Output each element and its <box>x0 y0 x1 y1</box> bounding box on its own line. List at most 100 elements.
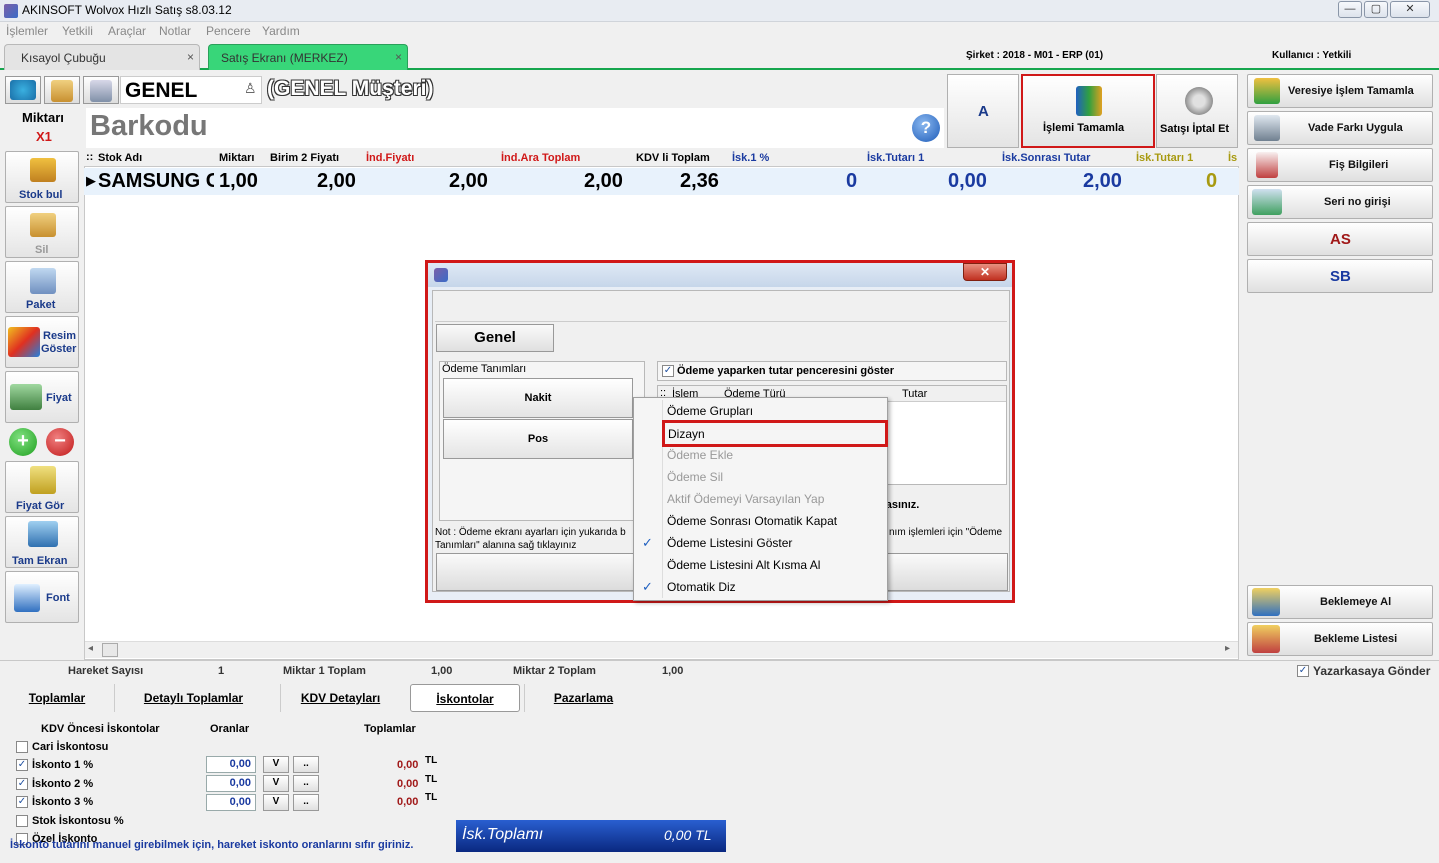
col-miktari[interactable]: Miktarı <box>219 152 254 164</box>
menu-item-list-bottom[interactable]: Ödeme Listesini Alt Kısma Al <box>667 558 820 572</box>
tab-genel[interactable]: Genel <box>436 324 554 352</box>
nakit-button[interactable]: Nakit <box>443 378 633 418</box>
col-birim2[interactable]: Birim 2 Fiyatı <box>270 152 339 164</box>
tab-detayli-toplamlar[interactable]: Detaylı Toplamlar <box>114 684 272 712</box>
hold-list-button[interactable]: Bekleme Listesi <box>1247 622 1433 656</box>
discount1-v-button[interactable]: V <box>263 756 289 773</box>
discount2-v-button[interactable]: V <box>263 775 289 792</box>
remove-icon[interactable]: − <box>46 428 74 456</box>
discount3-total: 0,00 <box>397 796 419 808</box>
package-button[interactable]: Paket <box>5 261 79 313</box>
col-tutar[interactable]: Tutar <box>902 388 927 400</box>
discount3-dots-button[interactable]: .. <box>293 794 319 811</box>
stock-find-button[interactable]: Stok bul <box>5 151 79 203</box>
scroll-right-icon[interactable]: ▸ <box>1225 643 1230 654</box>
col-is[interactable]: İs <box>1228 152 1237 164</box>
fullscreen-button[interactable]: Tam Ekran <box>5 516 79 568</box>
receipt-info-button[interactable]: Fiş Bilgileri <box>1247 148 1433 182</box>
barcode-field[interactable]: Barkodu ? <box>86 108 944 148</box>
horizontal-scrollbar[interactable]: ◂ ▸ <box>85 641 1238 658</box>
sb-button[interactable]: SB <box>1247 259 1433 293</box>
tab-kdv-detaylari[interactable]: KDV Detayları <box>280 684 400 712</box>
cash-register-checkbox[interactable]: ✓ <box>1297 665 1309 677</box>
menu-item-set-default[interactable]: Aktif Ödemeyi Varsayılan Yap <box>667 492 824 506</box>
serial-icon <box>1252 189 1282 215</box>
scroll-left-icon[interactable]: ◂ <box>88 643 93 654</box>
menu-yetkili[interactable]: Yetkili <box>62 24 93 38</box>
a-button[interactable]: A <box>947 74 1019 148</box>
discount2-dots-button[interactable]: .. <box>293 775 319 792</box>
put-on-hold-button[interactable]: Beklemeye Al <box>1247 585 1433 619</box>
discount2-checkbox[interactable]: ✓ <box>16 778 28 790</box>
price-button[interactable]: Fiyat <box>5 371 79 423</box>
user-info: Kullanıcı : Yetkili <box>1272 50 1352 61</box>
menu-item-auto-close[interactable]: Ödeme Sonrası Otomatik Kapat <box>667 514 837 528</box>
delete-button[interactable]: Sil <box>5 206 79 258</box>
menu-item-delete-payment[interactable]: Ödeme Sil <box>667 470 723 484</box>
person-icon[interactable]: ♙ <box>244 80 257 97</box>
col-isk-tutari-2[interactable]: İsk.Tutarı 1 <box>1136 152 1193 164</box>
menu-pencere[interactable]: Pencere <box>206 24 251 38</box>
font-button[interactable]: Font <box>5 571 79 623</box>
tab-toplamlar[interactable]: Toplamlar <box>8 684 106 712</box>
check-icon: ✓ <box>642 535 653 550</box>
as-button[interactable]: AS <box>1247 222 1433 256</box>
price-view-button[interactable]: Fiyat Gör <box>5 461 79 513</box>
menu-yardim[interactable]: Yardım <box>262 24 300 38</box>
col-isk-tutari[interactable]: İsk.Tutarı 1 <box>867 152 924 164</box>
close-button[interactable]: ✕ <box>1390 1 1430 18</box>
help-icon[interactable]: ? <box>912 114 940 142</box>
col-isk1[interactable]: İsk.1 % <box>732 152 769 164</box>
menu-item-show-list[interactable]: Ödeme Listesini Göster <box>667 536 792 550</box>
show-image-button[interactable]: Resim Göster <box>5 316 79 368</box>
dialog-close-button[interactable]: ✕ <box>963 263 1007 281</box>
col-isk-sonrasi[interactable]: İsk.Sonrası Tutar <box>1002 152 1090 164</box>
credit-complete-button[interactable]: Veresiye İşlem Tamamla <box>1247 74 1433 108</box>
toolbar-btn-3[interactable] <box>83 76 119 104</box>
toolbar-btn-1[interactable] <box>5 76 41 104</box>
stock-discount-checkbox[interactable] <box>16 815 28 827</box>
discount1-rate-input[interactable]: 0,00 <box>206 756 256 773</box>
menu-notlar[interactable]: Notlar <box>159 24 191 38</box>
term-diff-button[interactable]: Vade Farkı Uygula <box>1247 111 1433 145</box>
pos-button[interactable]: Pos <box>443 419 633 459</box>
minimize-button[interactable]: — <box>1338 1 1362 18</box>
tab-iskontolar[interactable]: İskontolar <box>410 684 520 712</box>
tab-kisayol[interactable]: Kısayol Çubuğu × <box>4 44 200 70</box>
discount2-rate-input[interactable]: 0,00 <box>206 775 256 792</box>
scroll-thumb[interactable] <box>102 643 118 657</box>
add-icon[interactable]: + <box>9 428 37 456</box>
col-ind-fiyati[interactable]: İnd.Fiyatı <box>366 152 414 164</box>
table-row[interactable]: ▶ SAMSUNG G 1,00 2,00 2,00 2,00 2,36 0 0… <box>84 168 1239 195</box>
discount1-checkbox[interactable]: ✓ <box>16 759 28 771</box>
discount1-dots-button[interactable]: .. <box>293 756 319 773</box>
serial-entry-button[interactable]: Seri no girişi <box>1247 185 1433 219</box>
discount3-checkbox[interactable]: ✓ <box>16 796 28 808</box>
discount-total-value: 0,00 TL <box>664 827 712 843</box>
toolbar-btn-2[interactable] <box>44 76 80 104</box>
tab-close-icon[interactable]: × <box>187 50 194 64</box>
menu-item-payment-groups[interactable]: Ödeme Grupları <box>667 404 753 418</box>
menu-araclar[interactable]: Araçlar <box>108 24 146 38</box>
tab-close-icon[interactable]: × <box>395 50 402 64</box>
cari-discount-checkbox[interactable] <box>16 741 28 753</box>
package-icon <box>30 268 56 294</box>
show-amount-checkbox[interactable]: ✓ <box>662 365 674 377</box>
col-stok-adi[interactable]: Stok Adı <box>98 152 142 164</box>
discount3-v-button[interactable]: V <box>263 794 289 811</box>
menu-item-auto-arrange[interactable]: Otomatik Diz <box>667 580 736 594</box>
totals-header: Toplamlar <box>364 723 416 735</box>
tab-satis-ekrani[interactable]: Satış Ekranı (MERKEZ) × <box>208 44 408 70</box>
menu-islemler[interactable]: İşlemler <box>6 24 48 38</box>
maximize-button[interactable]: ▢ <box>1364 1 1388 18</box>
discount3-rate-input[interactable]: 0,00 <box>206 794 256 811</box>
col-ind-ara-toplam[interactable]: İnd.Ara Toplam <box>501 152 580 164</box>
customer-code-field[interactable]: GENEL <box>120 76 262 104</box>
image-icon <box>8 327 40 357</box>
tab-pazarlama[interactable]: Pazarlama <box>524 684 642 712</box>
cancel-sale-button[interactable]: Satışı İptal Et <box>1156 74 1238 148</box>
menu-item-design-highlight[interactable]: Dizayn <box>662 420 888 447</box>
col-kdv-toplam[interactable]: KDV li Toplam <box>636 152 710 164</box>
complete-transaction-button[interactable]: İşlemi Tamamla <box>1021 74 1155 148</box>
menu-item-add-payment[interactable]: Ödeme Ekle <box>667 448 733 462</box>
